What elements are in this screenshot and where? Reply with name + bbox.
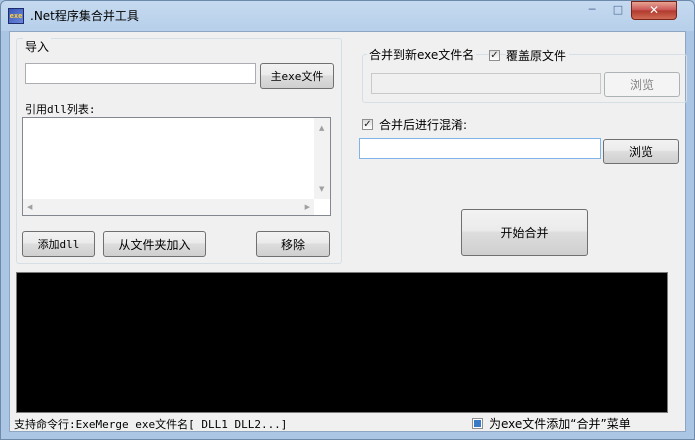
output-browse-button-label: 浏览 xyxy=(629,78,654,92)
dll-listbox[interactable]: ▲ ▼ ◀ ▶ xyxy=(22,117,331,216)
minimize-button[interactable]: ─ xyxy=(579,1,605,20)
client-area: 导入 主exe文件 引用dll列表: ▲ ▼ ◀ ▶ 添加dll 从文件夹加入 … xyxy=(9,31,687,432)
obfuscate-browse-button[interactable]: 浏览 xyxy=(603,139,679,164)
context-menu-label[interactable]: 为exe文件添加“合并”菜单 xyxy=(489,415,631,432)
add-dll-button-label: 添加dll xyxy=(37,238,80,251)
window-title: .Net程序集合并工具 xyxy=(30,9,139,23)
output-browse-button: 浏览 xyxy=(604,72,680,97)
dll-list-horizontal-scrollbar[interactable]: ◀ ▶ xyxy=(23,199,314,215)
app-icon: exe xyxy=(8,8,24,24)
close-icon: ✕ xyxy=(648,3,660,17)
add-from-folder-button-label: 从文件夹加入 xyxy=(118,237,191,252)
scroll-left-icon[interactable]: ◀ xyxy=(27,203,32,211)
import-group-label: 导入 xyxy=(23,38,52,55)
obfuscate-browse-button-label: 浏览 xyxy=(628,145,653,159)
overwrite-checkbox[interactable]: ✓ xyxy=(489,50,500,61)
main-exe-button[interactable]: 主exe文件 xyxy=(260,63,334,89)
cmdline-hint: 支持命令行:ExeMerge exe文件名[ DLL1 DLL2...] xyxy=(14,418,288,431)
checkbox-indeterminate-fill xyxy=(474,420,481,427)
scroll-down-icon[interactable]: ▼ xyxy=(319,185,324,193)
scroll-right-icon[interactable]: ▶ xyxy=(305,203,310,211)
overwrite-label[interactable]: 覆盖原文件 xyxy=(506,47,570,64)
output-console[interactable] xyxy=(16,272,668,413)
obfuscate-label[interactable]: 合并后进行混淆: xyxy=(379,116,467,133)
output-filename-label-text: 合并到新exe文件名 xyxy=(369,48,475,62)
title-bar[interactable]: exe .Net程序集合并工具 ─ □ ✕ xyxy=(1,1,694,31)
output-path-input xyxy=(371,73,601,94)
remove-button-label: 移除 xyxy=(280,237,305,252)
obfuscate-path-input[interactable] xyxy=(359,138,601,159)
obfuscate-checkbox[interactable]: ✓ xyxy=(362,119,373,130)
main-exe-button-label: 主exe文件 xyxy=(270,70,324,83)
output-filename-label: 合并到新exe文件名 xyxy=(367,46,477,63)
add-from-folder-button[interactable]: 从文件夹加入 xyxy=(103,231,206,257)
maximize-button[interactable]: □ xyxy=(605,1,631,20)
main-window: exe .Net程序集合并工具 ─ □ ✕ 导入 主exe文件 引用dll列表:… xyxy=(0,0,695,440)
context-menu-checkbox[interactable] xyxy=(472,418,483,429)
start-merge-button[interactable]: 开始合并 xyxy=(461,209,588,256)
close-button[interactable]: ✕ xyxy=(631,1,677,20)
dll-list-vertical-scrollbar[interactable]: ▲ ▼ xyxy=(314,118,330,199)
scroll-up-icon[interactable]: ▲ xyxy=(319,124,324,132)
dll-list-label: 引用dll列表: xyxy=(25,103,96,116)
add-dll-button[interactable]: 添加dll xyxy=(22,231,95,257)
start-merge-button-label: 开始合并 xyxy=(500,226,549,240)
main-exe-input[interactable] xyxy=(25,63,256,84)
remove-button[interactable]: 移除 xyxy=(256,231,330,257)
